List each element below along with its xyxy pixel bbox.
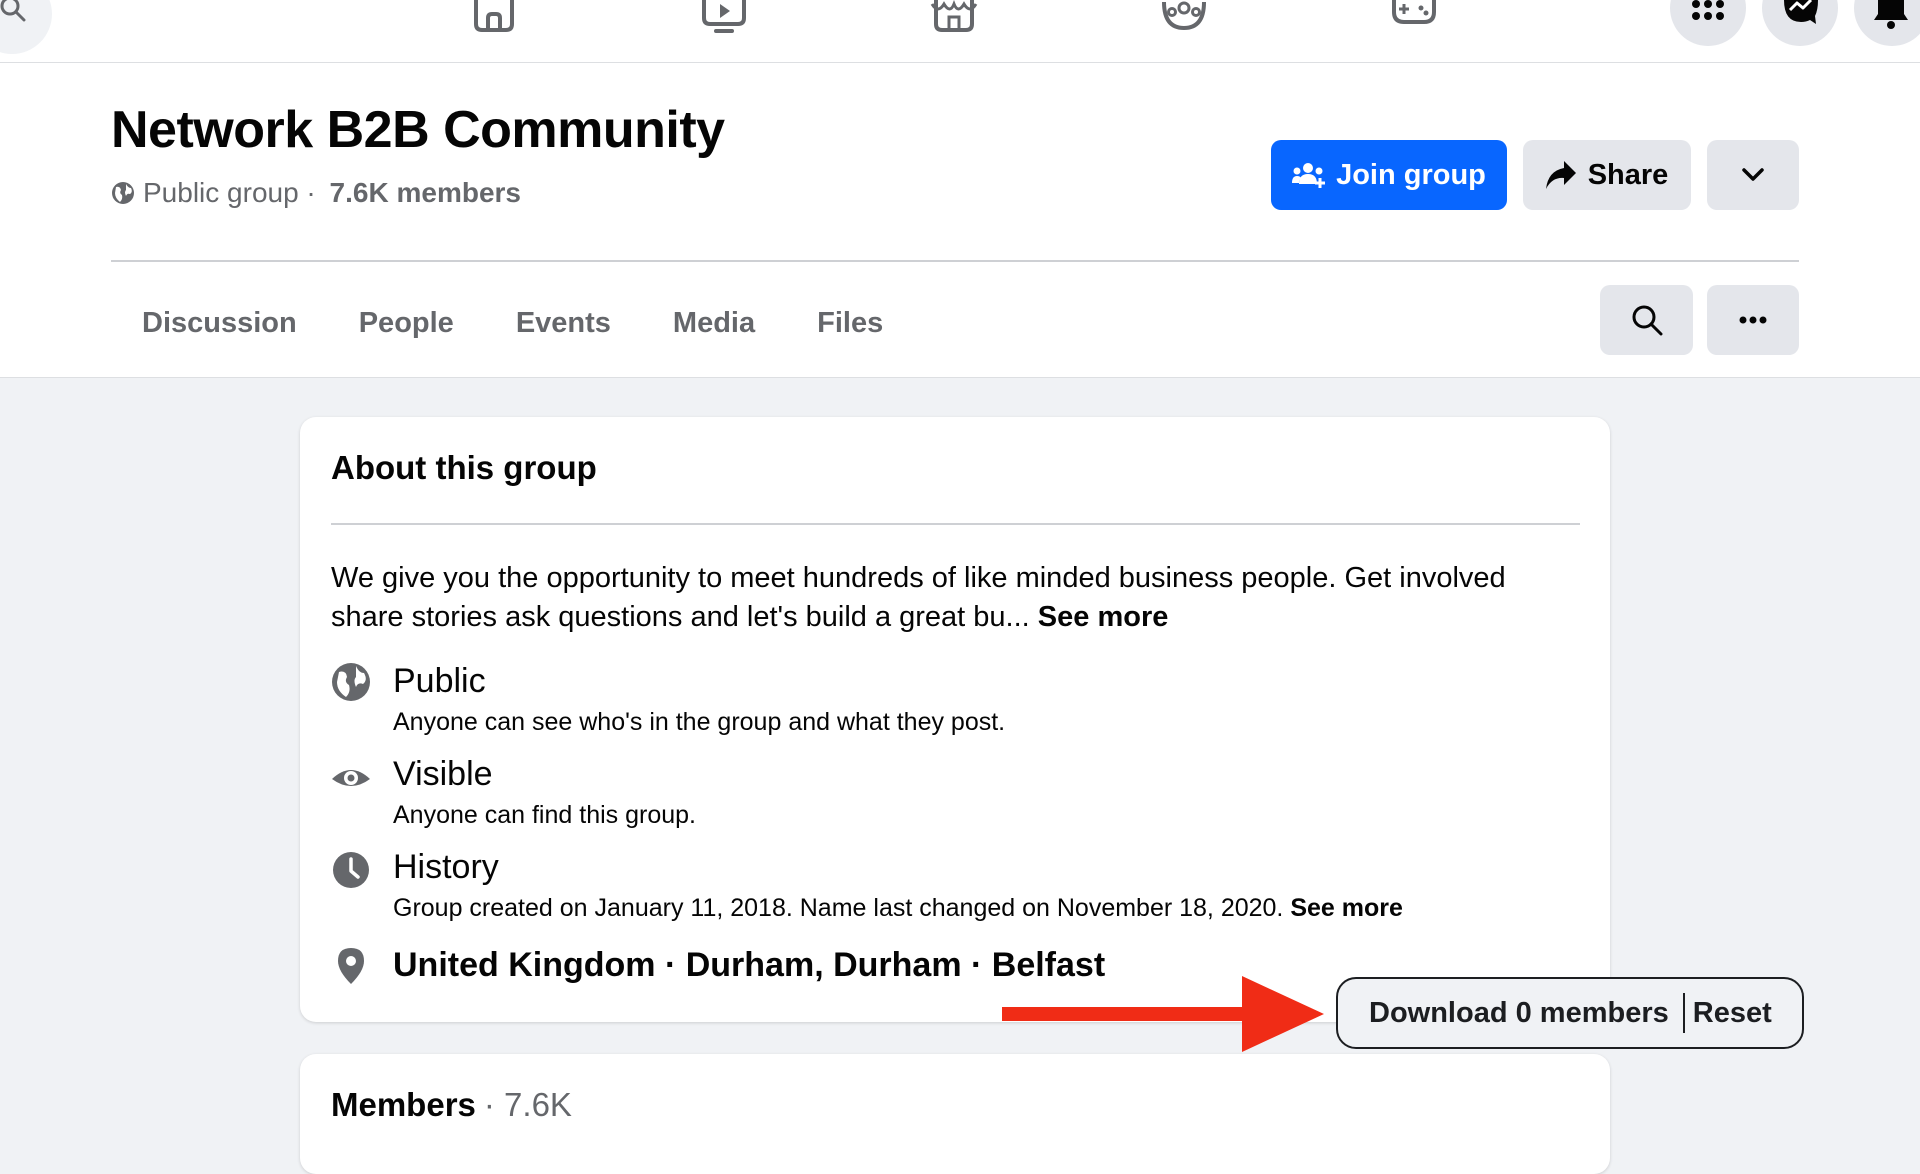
description-text: We give you the opportunity to meet hund… [331,562,1506,633]
tab-events[interactable]: Events [485,283,642,363]
notifications-icon [1874,0,1908,29]
history-description: Group created on January 11, 2018. Name … [393,894,1403,923]
search-group-button[interactable] [1600,285,1693,355]
group-tabs: Discussion People Events Media Files [111,283,914,363]
location-text: United Kingdom · Durham, Durham · Belfas… [393,946,1106,984]
search-icon [0,0,26,22]
gaming-icon[interactable] [1390,0,1438,26]
visibility-title: Visible [393,755,493,793]
meta-separator: · [298,177,324,208]
globe-icon [332,663,370,701]
messenger-icon [1784,0,1818,24]
history-title: History [393,848,499,886]
visibility-description: Anyone can find this group. [393,801,696,829]
download-members-button[interactable]: Download 0 members [1338,997,1683,1030]
arrow-shaft [1002,1007,1252,1021]
tab-files[interactable]: Files [786,283,914,363]
history-see-more-link[interactable]: See more [1290,894,1403,922]
join-group-label: Join group [1336,158,1486,191]
group-title: Network B2B Community [111,101,725,159]
about-card: About this group We give you the opportu… [300,417,1610,1022]
location-pin-icon [338,948,364,984]
menu-button[interactable] [1670,0,1746,46]
tab-media[interactable]: Media [642,283,786,363]
download-members-widget: Download 0 members Reset [1336,977,1804,1049]
group-header: Network B2B Community Public group · 7.6… [0,63,1920,378]
member-count-link[interactable]: 7.6K members [330,177,521,209]
privacy-description: Anyone can see who's in the group and wh… [393,708,1006,736]
reset-button[interactable]: Reset [1685,997,1772,1030]
members-card: Members · 7.6K [300,1054,1610,1174]
eye-icon [332,770,370,786]
groups-icon[interactable] [1160,0,1208,32]
description-see-more-link[interactable]: See more [1038,601,1169,633]
menu-grid-icon [1692,0,1724,20]
watch-icon[interactable] [700,0,748,34]
join-group-button[interactable]: Join group [1271,140,1507,210]
group-options-button[interactable] [1707,285,1799,355]
join-group-icon [1292,163,1326,188]
members-title: Members [331,1086,476,1123]
group-description: We give you the opportunity to meet hund… [331,559,1581,637]
share-icon [1545,161,1576,189]
more-options-dropdown[interactable] [1707,140,1799,210]
about-title: About this group [331,449,597,486]
tab-people[interactable]: People [328,283,485,363]
notifications-button[interactable] [1854,0,1920,46]
group-meta: Public group · 7.6K members [111,177,521,209]
clock-icon [333,852,369,888]
about-divider [331,523,1580,525]
chevron-down-icon [1742,168,1764,181]
privacy-title: Public [393,662,486,700]
header-divider [111,260,1799,262]
share-label: Share [1587,158,1669,191]
globe-icon [112,182,134,204]
share-button[interactable]: Share [1523,140,1691,210]
tab-discussion[interactable]: Discussion [111,283,328,363]
search-button[interactable] [0,0,52,54]
top-navigation-bar [0,0,1920,63]
more-horizontal-icon [1739,316,1767,324]
arrow-head [1242,976,1324,1052]
members-count: · 7.6K [483,1086,572,1123]
search-icon [1632,305,1662,336]
privacy-label: Public group [143,177,299,208]
messenger-button[interactable] [1762,0,1838,46]
red-arrow-annotation [1002,976,1324,1052]
marketplace-icon[interactable] [930,0,978,32]
members-heading: Members · 7.6K [331,1086,572,1124]
history-text: Group created on January 11, 2018. Name … [393,894,1291,922]
home-icon[interactable] [470,0,518,32]
